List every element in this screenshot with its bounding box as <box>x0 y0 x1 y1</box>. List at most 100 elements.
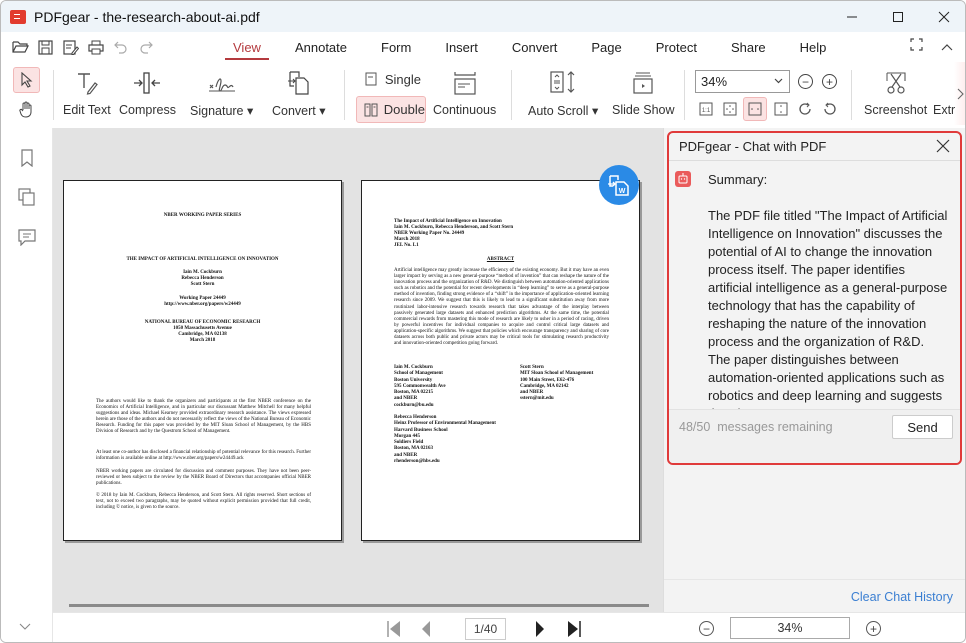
save-as-icon <box>62 39 79 55</box>
chat-message: Summary: The PDF file titled "The Impact… <box>708 171 948 441</box>
double-page-icon <box>364 103 378 116</box>
tab-page[interactable]: Page <box>581 32 631 62</box>
page1-title: THE IMPACT OF ARTIFICIAL INTELLIGENCE ON… <box>126 257 279 262</box>
save-button[interactable] <box>36 38 55 57</box>
abstract-heading: ABSTRACT <box>486 257 515 262</box>
zoom-in-button[interactable]: + <box>822 74 837 89</box>
next-page-button[interactable] <box>534 620 546 638</box>
chevron-down-icon <box>774 78 783 84</box>
minimize-icon <box>847 16 857 17</box>
last-page-button[interactable] <box>566 620 582 638</box>
first-page-button[interactable] <box>386 620 402 638</box>
author-right-block: Scott Stern MIT Sloan School of Manageme… <box>520 365 594 402</box>
pdf-page-2: The Impact of Artificial Intelligence on… <box>361 180 640 541</box>
auto-scroll-button[interactable]: Auto Scroll ▾ <box>528 68 598 118</box>
tab-help[interactable]: Help <box>790 32 837 62</box>
summary-text: The PDF file titled "The Impact of Artif… <box>708 208 948 421</box>
actual-size-button[interactable]: 1:1 <box>697 100 715 118</box>
author-left-block: Iain M. Cockburn School of Management Bo… <box>394 365 446 408</box>
window-title: PDFgear - the-research-about-ai.pdf <box>34 8 260 25</box>
edit-text-icon <box>77 73 98 95</box>
tab-insert[interactable]: Insert <box>435 32 488 62</box>
bottom-status-bar: 1/40 − 34% + <box>53 612 965 642</box>
maximize-button[interactable] <box>875 1 921 32</box>
last-page-icon <box>568 621 581 637</box>
minimize-button[interactable] <box>829 1 875 32</box>
print-button[interactable] <box>86 38 105 57</box>
chat-window: PDFgear - Chat with PDF Summary: The PDF… <box>667 131 962 465</box>
save-as-button[interactable] <box>61 38 80 57</box>
zoom-level-dropdown[interactable]: 34% <box>695 70 790 93</box>
clear-chat-history-link[interactable]: Clear Chat History <box>851 590 953 604</box>
send-button[interactable]: Send <box>892 415 953 439</box>
continuous-button[interactable]: Continuous <box>433 68 496 117</box>
tab-view[interactable]: View <box>223 32 271 62</box>
comments-button[interactable] <box>18 228 36 247</box>
tab-annotate[interactable]: Annotate <box>285 32 357 62</box>
compress-icon <box>134 72 161 94</box>
pdfgear-window: PDFgear - the-research-about-ai.pdf View… <box>0 0 966 643</box>
sidebar-expand-button[interactable] <box>19 618 31 636</box>
actual-size-icon: 1:1 <box>699 102 713 116</box>
bookmark-icon <box>21 149 33 168</box>
close-button[interactable] <box>921 1 965 32</box>
tab-share[interactable]: Share <box>721 32 776 62</box>
rotate-counterclockwise-button[interactable] <box>820 100 838 118</box>
undo-button[interactable] <box>111 38 130 57</box>
svg-text:W: W <box>619 188 626 195</box>
page-number-input[interactable]: 1/40 <box>465 618 506 640</box>
double-page-button[interactable]: Double <box>356 96 426 123</box>
horizontal-scrollbar[interactable] <box>69 604 649 607</box>
main-menu-tabs: View Annotate Form Insert Convert Page P… <box>223 32 850 62</box>
fit-height-icon <box>774 102 788 116</box>
convert-button[interactable]: Convert ▾ <box>272 68 326 118</box>
bookmarks-button[interactable] <box>18 149 36 168</box>
convert-document-icon <box>287 71 309 95</box>
chat-header: PDFgear - Chat with PDF <box>669 133 960 161</box>
left-sidebar <box>1 128 53 642</box>
open-folder-button[interactable] <box>11 38 30 57</box>
bot-avatar-icon <box>675 171 691 187</box>
chat-footer: 48/50 messages remaining Send <box>669 409 960 463</box>
redo-button[interactable] <box>136 38 155 57</box>
fullscreen-button[interactable] <box>910 38 923 56</box>
auto-scroll-icon <box>550 71 575 93</box>
chat-with-pdf-panel: PDFgear - Chat with PDF Summary: The PDF… <box>663 128 965 612</box>
divider <box>664 579 965 580</box>
screenshot-button[interactable]: Screenshot <box>864 68 927 117</box>
auto-scroll-dropdown-caret: ▾ <box>591 104 599 118</box>
slide-show-button[interactable]: Slide Show <box>612 68 675 117</box>
tab-convert[interactable]: Convert <box>502 32 568 62</box>
single-page-button[interactable]: Single <box>359 67 421 91</box>
title-bar: PDFgear - the-research-about-ai.pdf <box>1 1 965 32</box>
document-view[interactable]: NBER WORKING PAPER SERIES THE IMPACT OF … <box>53 128 663 612</box>
zoom-out-button[interactable]: − <box>798 74 813 89</box>
tab-protect[interactable]: Protect <box>646 32 707 62</box>
edit-text-button[interactable]: Edit Text <box>63 68 111 117</box>
fit-width-button[interactable] <box>743 97 767 121</box>
rotate-clockwise-button[interactable] <box>796 100 814 118</box>
hand-tool-button[interactable] <box>15 98 39 120</box>
rotate-counterclockwise-icon <box>823 102 836 115</box>
plus-icon: + <box>869 621 877 636</box>
minus-icon: − <box>801 74 809 89</box>
convert-to-word-button[interactable]: W <box>599 165 639 205</box>
tab-form[interactable]: Form <box>371 32 421 62</box>
status-zoom-out-button[interactable]: − <box>699 621 714 636</box>
select-tool-button[interactable] <box>13 67 40 93</box>
status-zoom-in-button[interactable]: + <box>866 621 881 636</box>
previous-page-button[interactable] <box>420 620 432 638</box>
collapse-ribbon-button[interactable] <box>941 38 953 56</box>
ribbon-toolbar: Edit Text Compress Signature ▾ Convert ▾… <box>1 62 965 128</box>
quick-access-toolbar <box>11 38 155 57</box>
thumbnails-button[interactable] <box>18 188 36 206</box>
chevron-down-icon <box>19 623 31 630</box>
fit-height-button[interactable] <box>772 100 790 118</box>
fit-page-button[interactable] <box>721 100 739 118</box>
status-zoom-level[interactable]: 34% <box>730 617 850 639</box>
signature-button[interactable]: Signature ▾ <box>190 68 253 118</box>
compress-button[interactable]: Compress <box>119 68 176 117</box>
ribbon-scroll-right-button[interactable] <box>954 62 965 125</box>
chat-close-button[interactable] <box>934 137 952 155</box>
signature-icon <box>208 78 235 92</box>
